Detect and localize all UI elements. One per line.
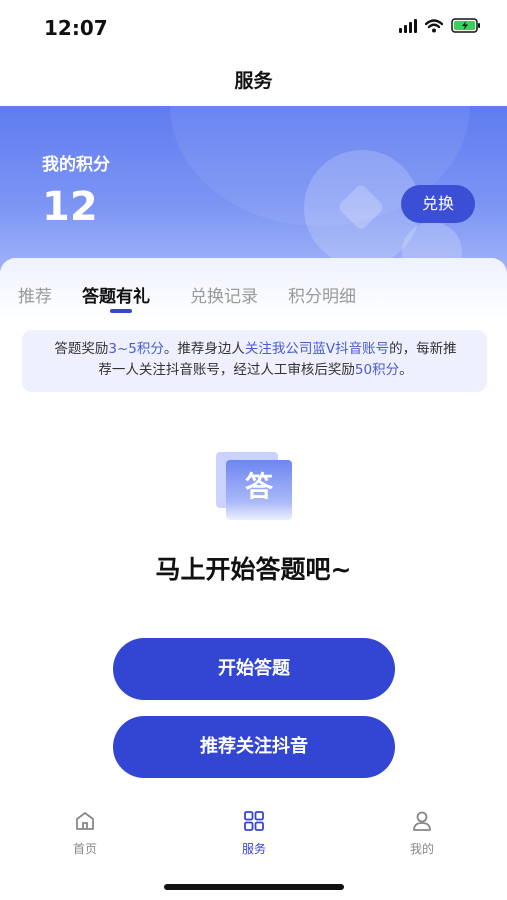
tab-quiz-rewards[interactable]: 答题有礼 — [82, 282, 150, 307]
user-icon — [392, 810, 452, 832]
notice-highlight: 50积分 — [354, 362, 400, 378]
start-quiz-button[interactable]: 开始答题 — [113, 638, 395, 700]
status-icons — [399, 18, 481, 33]
notice-text: 。 — [399, 362, 413, 378]
page-title: 服务 — [234, 70, 273, 92]
status-bar: 12:07 — [0, 0, 507, 56]
notice-box: 答题奖励3~5积分。推荐身边人关注我公司蓝V抖音账号的，每新推 荐一人关注抖音账… — [22, 330, 487, 392]
tabbar-label: 服务 — [241, 842, 266, 856]
tabbar-item-home[interactable]: 首页 — [55, 810, 115, 857]
notice-text: 的，每新推 — [389, 341, 457, 357]
tab-points-details[interactable]: 积分明细 — [288, 282, 356, 307]
points-value: 12 — [42, 184, 98, 230]
nav-bar: 服务 — [0, 56, 507, 106]
tabbar-label: 首页 — [72, 842, 97, 856]
grid-icon — [224, 810, 284, 832]
quiz-icon-front: 答 — [226, 460, 292, 520]
tabbar-item-mine[interactable]: 我的 — [392, 810, 452, 857]
start-prompt: 马上开始答题吧~ — [155, 555, 352, 584]
notice-text: 答题奖励 — [54, 341, 109, 357]
recommend-follow-button[interactable]: 推荐关注抖音 — [113, 716, 395, 778]
tabbar-item-service[interactable]: 服务 — [224, 810, 284, 857]
tabbar-label: 我的 — [409, 842, 434, 856]
status-time: 12:07 — [44, 16, 108, 40]
tab-recommend[interactable]: 推荐 — [18, 282, 52, 307]
notice-highlight: 3~5积分 — [108, 341, 164, 357]
notice-text: 荐一人关注抖音账号，经过人工审核后奖励 — [98, 362, 355, 378]
battery-icon — [451, 18, 481, 33]
notice-highlight: 关注我公司蓝V抖音账号 — [244, 341, 390, 357]
wifi-icon — [425, 18, 443, 33]
points-label: 我的积分 — [42, 155, 110, 175]
signal-icon — [399, 18, 417, 33]
home-icon — [55, 810, 115, 832]
quiz-icon: 答 — [216, 452, 294, 522]
exchange-button[interactable]: 兑换 — [401, 185, 475, 223]
notice-text: 。推荐身边人 — [163, 341, 245, 357]
tabs: 推荐 答题有礼 兑换记录 积分明细 — [0, 258, 507, 318]
content-card: 推荐 答题有礼 兑换记录 积分明细 答题奖励3~5积分。推荐身边人关注我公司蓝V… — [0, 258, 507, 798]
active-tab-indicator — [110, 309, 132, 313]
tab-exchange-records[interactable]: 兑换记录 — [190, 282, 258, 307]
home-indicator[interactable] — [164, 884, 344, 890]
